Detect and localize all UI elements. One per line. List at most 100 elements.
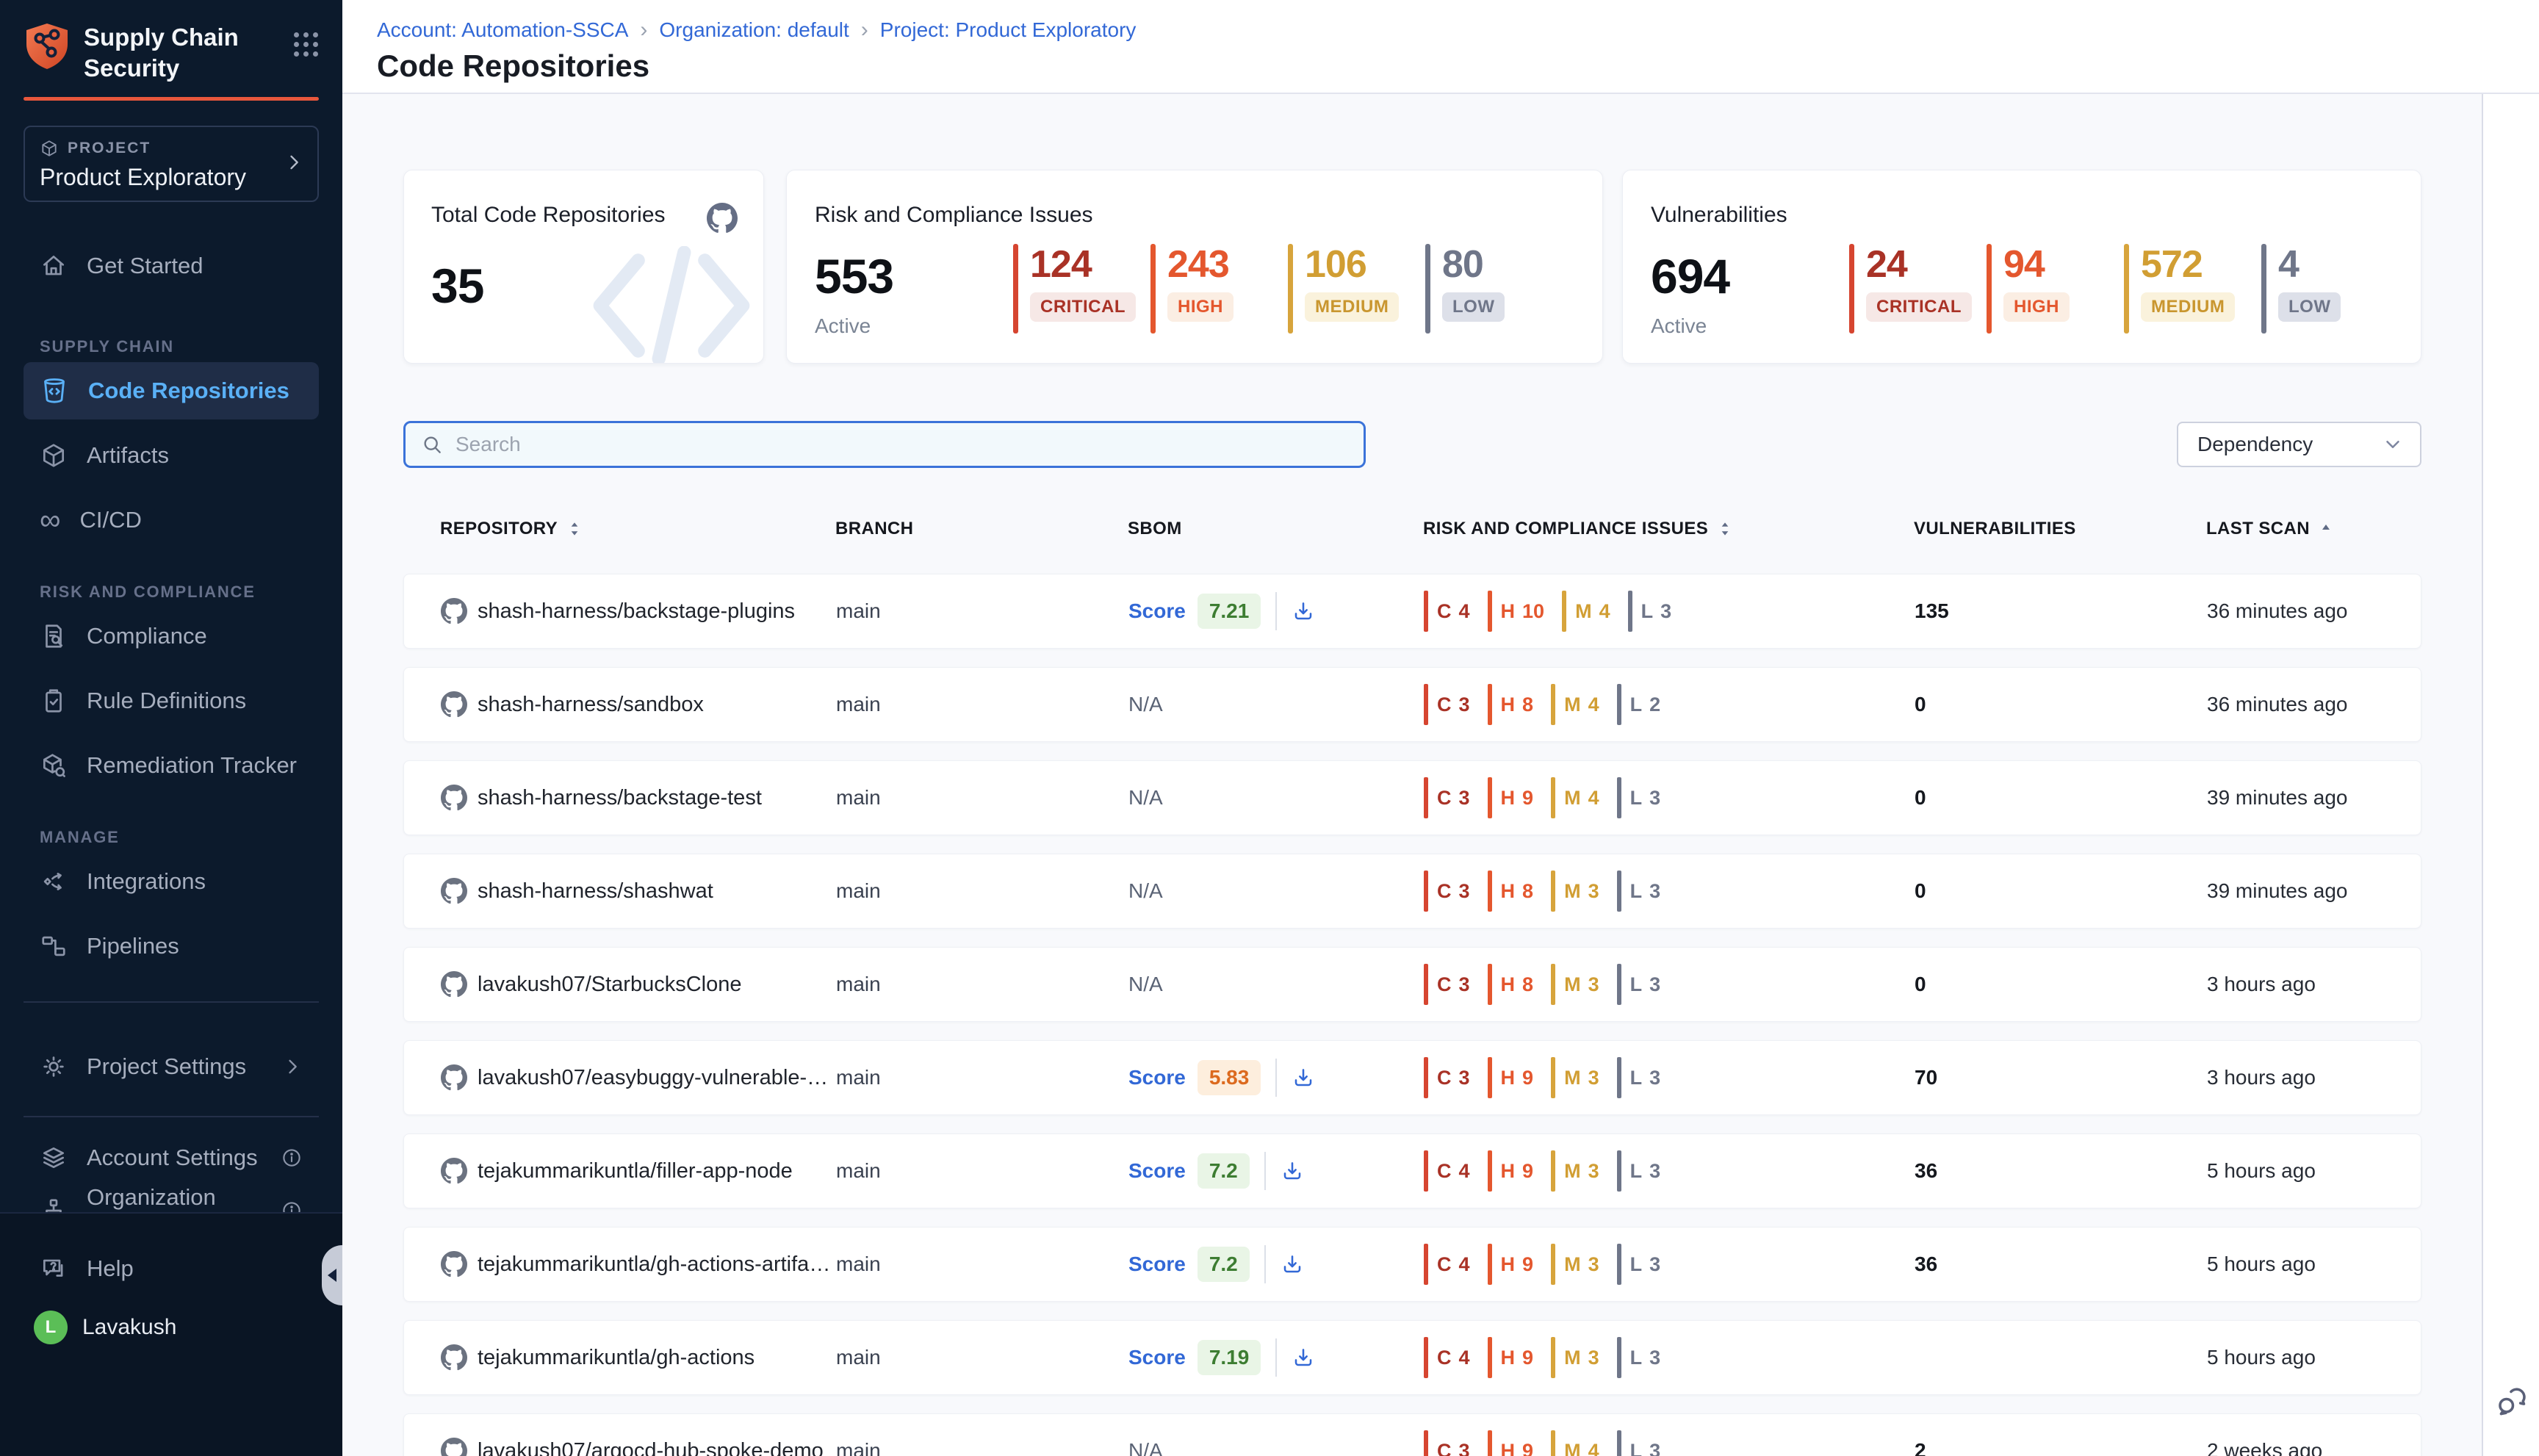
sidebar-item-account-settings[interactable]: Account Settings [24, 1134, 319, 1182]
medium-chip: M3 [1551, 964, 1599, 1005]
search-input[interactable] [455, 433, 1349, 456]
download-sbom-icon[interactable] [1281, 1159, 1304, 1183]
sort-icon[interactable] [565, 519, 584, 538]
project-box-icon [40, 139, 59, 158]
severity-critical: 24 CRITICAL [1849, 244, 1974, 334]
download-sbom-icon[interactable] [1292, 599, 1315, 623]
table-row[interactable]: tejakummarikuntla/gh-actions main Score … [403, 1320, 2421, 1395]
download-sbom-icon[interactable] [1281, 1253, 1304, 1276]
sidebar-item-label: CI/CD [80, 507, 142, 533]
repository-name[interactable]: lavakush07/StarbucksClone [478, 973, 741, 997]
sidebar-item-label: Code Repositories [88, 378, 289, 404]
severity-breakdown: 124 CRITICAL 243 HIGH [1013, 244, 1521, 334]
sidebar-item-artifacts[interactable]: Artifacts [24, 427, 319, 484]
repository-name[interactable]: tejakummarikuntla/gh-actions-artifacts [478, 1253, 836, 1277]
severity-breakdown: 24 CRITICAL 94 HIGH [1849, 244, 2357, 334]
severity-badge: MEDIUM [2141, 292, 2235, 322]
critical-chip: C4 [1424, 1337, 1470, 1378]
repository-name[interactable]: shash-harness/shashwat [478, 879, 713, 904]
sidebar-item-compliance[interactable]: Compliance [24, 608, 319, 665]
repository-name[interactable]: shash-harness/backstage-plugins [478, 599, 795, 624]
sidebar-collapse-handle[interactable] [322, 1245, 342, 1305]
repository-name[interactable]: tejakummarikuntla/gh-actions [478, 1346, 755, 1370]
low-chip: L3 [1617, 1150, 1661, 1192]
table-row[interactable]: lavakush07/easybuggy-vulnerable-app... m… [403, 1040, 2421, 1115]
last-scan-value: 39 minutes ago [2207, 879, 2421, 903]
app-switcher-icon[interactable] [294, 32, 319, 57]
severity-bar [1425, 244, 1430, 334]
repository-name[interactable]: shash-harness/sandbox [478, 693, 704, 717]
sidebar-item-pipelines[interactable]: Pipelines [24, 918, 319, 975]
critical-chip: C3 [1424, 1430, 1470, 1456]
brand-divider [24, 97, 319, 101]
support-chat-icon[interactable] [2493, 1383, 2530, 1424]
critical-chip: C3 [1424, 684, 1470, 725]
summary-cards: Total Code Repositories 35 Risk and Comp… [403, 170, 2421, 364]
repository-name[interactable]: tejakummarikuntla/filler-app-node [478, 1159, 793, 1183]
sidebar-footer: Help L Lavakush [0, 1212, 342, 1456]
branch-value: main [836, 1346, 1128, 1369]
column-header-issues[interactable]: RISK AND COMPLIANCE ISSUES [1423, 519, 1914, 539]
severity-count: 124 [1030, 244, 1092, 285]
github-icon [441, 1064, 467, 1091]
sidebar-item-label: Remediation Tracker [87, 752, 297, 779]
breadcrumb-project-link[interactable]: Project: Product Exploratory [880, 18, 1137, 42]
download-sbom-icon[interactable] [1292, 1066, 1315, 1089]
issues-cell: C3 H9 M4 L3 [1424, 777, 1915, 818]
severity-low: 4 LOW [2261, 244, 2357, 334]
sidebar-item-cicd[interactable]: ∞ CI/CD [24, 491, 319, 549]
sidebar-item-remediation-tracker[interactable]: Remediation Tracker [24, 737, 319, 794]
vulnerabilities-count: 0 [1915, 786, 2207, 810]
infinity-icon: ∞ [40, 509, 61, 531]
breadcrumb-organization-link[interactable]: Organization: default [659, 18, 849, 42]
breadcrumb: Account: Automation-SSCA › Organization:… [377, 18, 2539, 43]
table-row[interactable]: lavakush07/StarbucksClone main N/A C3 H8… [403, 947, 2421, 1022]
repository-name[interactable]: lavakush07/argocd-hub-spoke-demo [478, 1439, 824, 1456]
sort-ascending-icon[interactable] [2317, 520, 2335, 538]
remediation-icon [40, 752, 68, 779]
severity-high: 94 HIGH [1987, 244, 2111, 334]
table-row[interactable]: shash-harness/backstage-plugins main Sco… [403, 574, 2421, 649]
sidebar-item-rule-definitions[interactable]: Rule Definitions [24, 672, 319, 729]
severity-bar [1288, 244, 1293, 334]
critical-chip: C4 [1424, 1244, 1470, 1285]
high-chip: H9 [1488, 777, 1534, 818]
download-sbom-icon[interactable] [1292, 1346, 1315, 1369]
column-header-vulnerabilities: VULNERABILITIES [1914, 519, 2206, 539]
repository-name[interactable]: shash-harness/backstage-test [478, 786, 762, 810]
sidebar-item-label: Integrations [87, 868, 206, 895]
user-menu[interactable]: L Lavakush [34, 1311, 319, 1344]
right-rail [2482, 94, 2539, 1456]
table-row[interactable]: shash-harness/shashwat main N/A C3 H8 M3… [403, 854, 2421, 929]
sidebar-item-project-settings[interactable]: Project Settings [24, 1038, 319, 1095]
sidebar-item-help[interactable]: Help [24, 1240, 319, 1297]
severity-bar [1150, 244, 1156, 334]
table-row[interactable]: shash-harness/sandbox main N/A C3 H8 M4 … [403, 667, 2421, 742]
last-scan-value: 3 hours ago [2207, 973, 2421, 996]
sidebar-item-get-started[interactable]: Get Started [24, 237, 319, 295]
column-header-last-scan[interactable]: LAST SCAN [2206, 519, 2421, 539]
repository-name[interactable]: lavakush07/easybuggy-vulnerable-app... [478, 1066, 836, 1090]
search-box[interactable] [403, 421, 1366, 468]
low-chip: L3 [1617, 1057, 1661, 1098]
column-header-repository[interactable]: REPOSITORY [440, 519, 835, 539]
sidebar-divider [24, 1001, 319, 1003]
sbom-score-label: Score [1128, 1253, 1186, 1276]
dependency-filter-dropdown[interactable]: Dependency [2177, 422, 2421, 467]
project-selector[interactable]: PROJECT Product Exploratory [24, 126, 319, 202]
sort-icon[interactable] [1715, 519, 1735, 538]
table-row[interactable]: lavakush07/argocd-hub-spoke-demo main N/… [403, 1413, 2421, 1456]
medium-chip: M3 [1551, 1057, 1599, 1098]
high-chip: H8 [1488, 684, 1534, 725]
sidebar-item-integrations[interactable]: Integrations [24, 853, 319, 910]
critical-chip: C4 [1424, 591, 1470, 632]
sidebar-item-code-repositories[interactable]: Code Repositories [24, 362, 319, 419]
card-title: Risk and Compliance Issues [815, 203, 1602, 228]
card-vulnerabilities: Vulnerabilities 694 Active 24 CRITICAL [1622, 170, 2421, 364]
breadcrumb-account-link[interactable]: Account: Automation-SSCA [377, 18, 628, 42]
issues-cell: C3 H8 M3 L3 [1424, 964, 1915, 1005]
table-row[interactable]: shash-harness/backstage-test main N/A C3… [403, 760, 2421, 835]
gear-icon [40, 1053, 68, 1081]
table-row[interactable]: tejakummarikuntla/gh-actions-artifacts m… [403, 1227, 2421, 1302]
table-row[interactable]: tejakummarikuntla/filler-app-node main S… [403, 1134, 2421, 1208]
